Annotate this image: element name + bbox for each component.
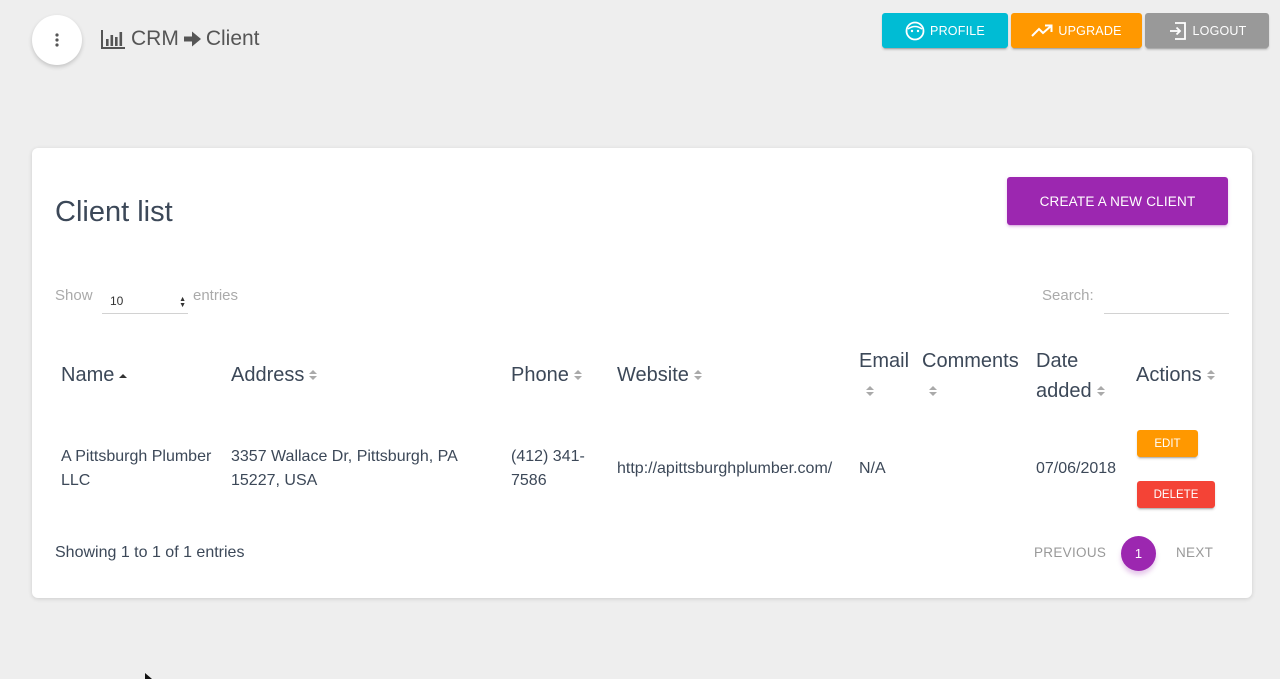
- edit-button[interactable]: EDIT: [1137, 430, 1198, 457]
- pagination-previous[interactable]: PREVIOUS: [1034, 545, 1106, 560]
- cell-address: 3357 Wallace Dr, Pittsburgh, PA 15227, U…: [231, 448, 457, 489]
- cell-name: A Pittsburgh Plumber LLC: [61, 448, 212, 489]
- sort-both-icon: [693, 361, 703, 391]
- profile-label: PROFILE: [930, 23, 985, 38]
- sort-both-icon: [308, 361, 318, 391]
- cell-date-added: 07/06/2018: [1036, 460, 1117, 477]
- sort-both-icon: [573, 361, 583, 391]
- client-list-card: Client list CREATE A NEW CLIENT Show 10 …: [32, 148, 1252, 598]
- column-header-date-added[interactable]: Date added: [1036, 346, 1126, 407]
- breadcrumb-page: Client: [205, 27, 260, 50]
- pagination-page-1[interactable]: 1: [1121, 536, 1156, 571]
- column-header-phone[interactable]: Phone: [511, 360, 583, 391]
- search-input[interactable]: [1104, 281, 1229, 314]
- show-label: Show: [55, 287, 93, 304]
- cell-email: N/A: [859, 460, 886, 477]
- bar-chart-icon: [101, 29, 126, 49]
- page-length-select[interactable]: 10 ▲ ▼: [102, 291, 188, 314]
- logout-icon: [1168, 21, 1188, 41]
- profile-button[interactable]: PROFILE: [882, 13, 1008, 48]
- sort-both-icon: [1206, 361, 1216, 391]
- select-caret-icon: ▲ ▼: [179, 296, 186, 309]
- breadcrumb-app[interactable]: CRM: [131, 27, 179, 51]
- menu-button[interactable]: [32, 15, 82, 65]
- arrow-right-icon: [183, 30, 202, 48]
- column-header-website[interactable]: Website: [617, 360, 703, 391]
- logout-label: LOGOUT: [1192, 23, 1247, 38]
- page-title: Client list: [55, 196, 173, 228]
- more-vert-icon: [55, 33, 59, 47]
- sort-both-icon: [865, 377, 875, 407]
- column-header-comments[interactable]: Comments: [922, 346, 1032, 407]
- logout-button[interactable]: LOGOUT: [1145, 13, 1269, 48]
- table-info: Showing 1 to 1 of 1 entries: [55, 544, 245, 561]
- trending-up-icon: [1031, 24, 1053, 38]
- column-header-actions[interactable]: Actions: [1136, 360, 1216, 391]
- mouse-cursor-icon: [145, 673, 152, 679]
- breadcrumb: CRM Client: [101, 27, 260, 51]
- upgrade-label: UPGRADE: [1058, 23, 1122, 38]
- cell-website: http://apittsburghplumber.com/: [617, 460, 833, 477]
- create-client-button[interactable]: CREATE A NEW CLIENT: [1007, 177, 1228, 225]
- entries-label: entries: [193, 287, 239, 304]
- sort-asc-icon: [118, 361, 128, 391]
- delete-button[interactable]: DELETE: [1137, 481, 1215, 508]
- cell-phone: (412) 341-7586: [511, 448, 585, 489]
- column-header-address[interactable]: Address: [231, 360, 318, 391]
- sort-both-icon: [1096, 377, 1106, 407]
- face-icon: [905, 21, 925, 41]
- upgrade-button[interactable]: UPGRADE: [1011, 13, 1142, 48]
- column-header-name[interactable]: Name: [61, 360, 128, 391]
- sort-both-icon: [928, 377, 938, 407]
- search-label: Search:: [1042, 287, 1094, 304]
- column-header-email[interactable]: Email: [859, 346, 919, 407]
- page-length-value: 10: [110, 294, 124, 308]
- pagination-next[interactable]: NEXT: [1176, 545, 1213, 560]
